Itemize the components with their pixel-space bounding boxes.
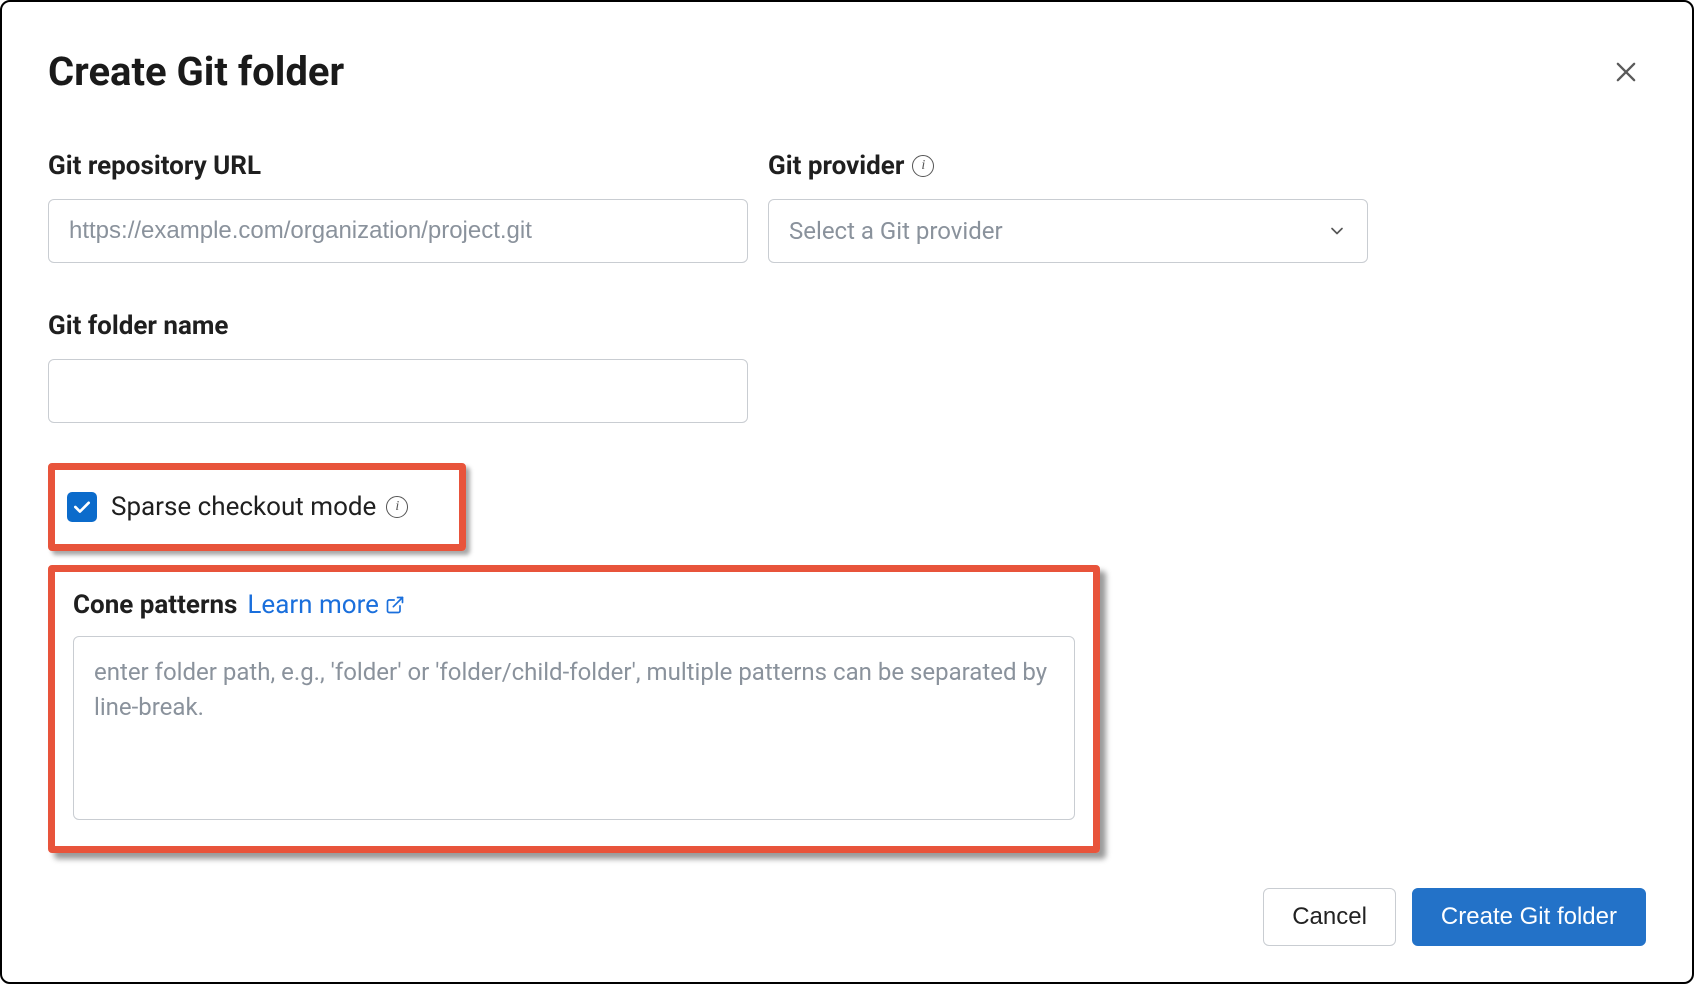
dialog-header: Create Git folder (48, 48, 1646, 95)
git-provider-group: Git provider i Select a Git provider (768, 151, 1368, 263)
git-repo-url-label: Git repository URL (48, 151, 748, 181)
create-git-folder-dialog: Create Git folder Git repository URL Git… (0, 0, 1694, 984)
cone-patterns-label: Cone patterns (73, 590, 237, 620)
git-folder-name-input[interactable] (48, 359, 748, 423)
dialog-title: Create Git folder (48, 48, 344, 95)
git-provider-label: Git provider i (768, 151, 1368, 181)
git-folder-name-group: Git folder name (48, 311, 748, 423)
git-repo-url-input[interactable] (48, 199, 748, 263)
top-fields-row: Git repository URL Git provider i Select… (48, 151, 1646, 263)
cone-patterns-label-row: Cone patterns Learn more (73, 590, 1075, 620)
cone-patterns-textarea[interactable] (73, 636, 1075, 820)
git-folder-name-label: Git folder name (48, 311, 748, 341)
learn-more-link[interactable]: Learn more (247, 590, 405, 620)
external-link-icon (385, 595, 405, 615)
chevron-down-icon (1327, 221, 1347, 241)
info-icon[interactable]: i (386, 496, 408, 518)
sparse-checkout-highlight: Sparse checkout mode i (48, 463, 466, 551)
git-provider-select[interactable]: Select a Git provider (768, 199, 1368, 263)
close-button[interactable] (1606, 52, 1646, 92)
sparse-checkout-row: Sparse checkout mode i (67, 492, 447, 522)
git-repo-url-group: Git repository URL (48, 151, 748, 263)
info-icon[interactable]: i (912, 155, 934, 177)
learn-more-text: Learn more (247, 590, 379, 620)
sparse-checkout-label-text: Sparse checkout mode (111, 492, 376, 522)
cancel-button[interactable]: Cancel (1263, 888, 1396, 946)
git-provider-placeholder: Select a Git provider (789, 217, 1003, 245)
sparse-checkout-checkbox[interactable] (67, 492, 97, 522)
create-git-folder-button[interactable]: Create Git folder (1412, 888, 1646, 946)
close-icon (1612, 58, 1640, 86)
dialog-footer: Cancel Create Git folder (1263, 888, 1646, 946)
cone-patterns-highlight: Cone patterns Learn more (48, 565, 1100, 853)
sparse-checkout-label: Sparse checkout mode i (111, 492, 408, 522)
git-provider-label-text: Git provider (768, 151, 904, 181)
